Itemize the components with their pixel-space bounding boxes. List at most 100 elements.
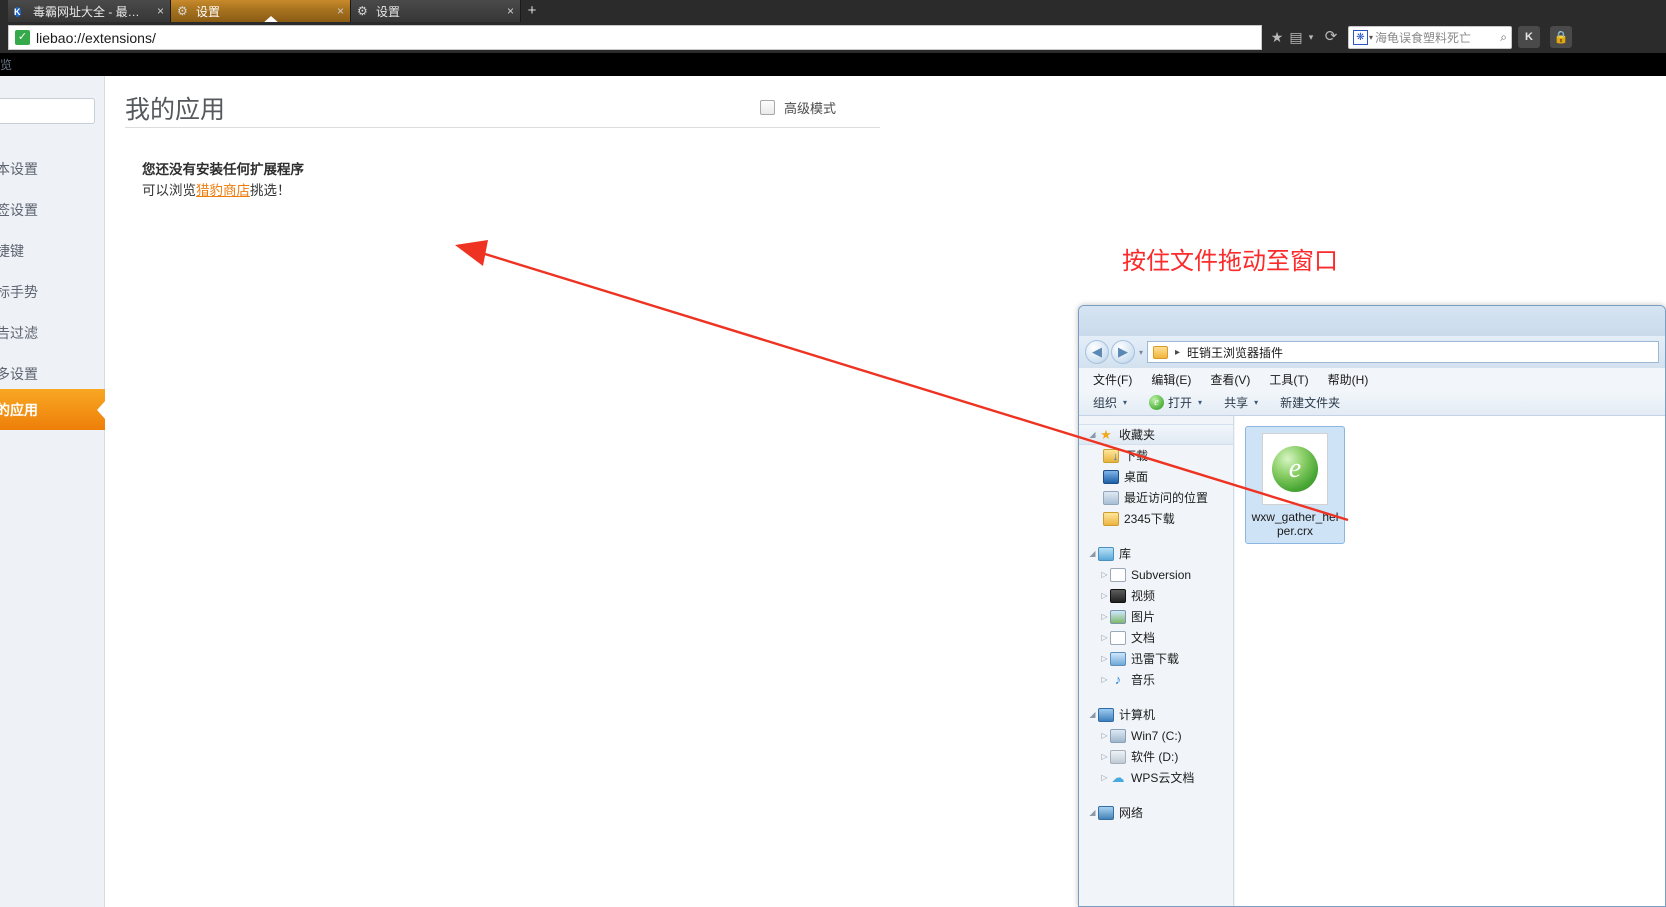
tree-item-pictures[interactable]: ▷ 图片 <box>1079 606 1233 627</box>
tree-item-drive-d[interactable]: ▷ 软件 (D:) <box>1079 746 1233 767</box>
tree-item-music[interactable]: ▷ ♪ 音乐 <box>1079 669 1233 690</box>
menu-edit[interactable]: 编辑(E) <box>1151 371 1191 388</box>
browser-tab-1[interactable]: ⚙ 设置 × <box>171 0 351 22</box>
browser-tab-2[interactable]: ⚙ 设置 × <box>351 0 521 22</box>
tab-close-button[interactable]: × <box>337 4 344 18</box>
expand-twisty-icon[interactable]: ▷ <box>1099 731 1110 740</box>
new-tab-button[interactable]: + <box>521 2 543 20</box>
tree-item-recent-places[interactable]: 最近访问的位置 <box>1079 487 1233 508</box>
tree-item-network[interactable]: ◢ 网络 <box>1079 802 1233 823</box>
sidebar-item-ad-filter[interactable]: 广告过滤 <box>0 312 105 353</box>
tree-item-videos[interactable]: ▷ 视频 <box>1079 585 1233 606</box>
bookmark-star-icon[interactable]: ★ <box>1268 27 1286 47</box>
address-bar[interactable]: ✓ liebao://extensions/ <box>8 25 1262 50</box>
tree-item-wps-cloud[interactable]: ▷ ☁ WPS云文档 <box>1079 767 1233 788</box>
expand-twisty-icon[interactable]: ▷ <box>1099 612 1110 621</box>
cloud-icon: ☁ <box>1111 769 1125 785</box>
search-icon[interactable]: ⌕ <box>1500 30 1507 45</box>
expand-twisty-icon[interactable]: ▷ <box>1099 633 1110 642</box>
advanced-mode-checkbox[interactable] <box>760 100 775 115</box>
qrcode-icon[interactable]: ▤ <box>1288 27 1304 47</box>
video-icon <box>1110 588 1126 603</box>
tree-item-documents[interactable]: ▷ 文档 <box>1079 627 1233 648</box>
tree-item-desktop[interactable]: 桌面 <box>1079 466 1233 487</box>
tree-item-2345-downloads[interactable]: 2345下载 <box>1079 508 1233 529</box>
page-top-strip-text: 览 <box>0 58 13 72</box>
tree-item-label: 迅雷下载 <box>1131 652 1180 666</box>
menu-help[interactable]: 帮助(H) <box>1328 371 1369 388</box>
tree-item-computer[interactable]: ◢ 计算机 <box>1079 704 1233 725</box>
lock-button[interactable]: 🔒 <box>1550 26 1572 48</box>
store-link[interactable]: 猎豹商店 <box>196 183 250 198</box>
chevron-down-icon[interactable]: ▾ <box>1369 33 1373 42</box>
advanced-mode-toggle[interactable]: 高级模式 <box>760 98 836 117</box>
reload-icon[interactable]: ⟳ <box>1322 27 1340 47</box>
tree-item-label: 最近访问的位置 <box>1124 491 1209 505</box>
page-top-strip <box>0 53 1666 76</box>
sidebar-item-tab-settings[interactable]: 标签设置 <box>0 189 105 230</box>
tree-item-downloads[interactable]: 下载 <box>1079 445 1233 466</box>
toolbar-organize-button[interactable]: 组织 ▾ <box>1093 394 1127 411</box>
sidebar-item-mouse-gestures[interactable]: 鼠标手势 <box>0 271 105 312</box>
tab-close-button[interactable]: × <box>507 4 514 18</box>
screen: K 毒霸网址大全 - 最安... × ⚙ 设置 × ⚙ 设置 × + ✓ lie… <box>0 0 1666 907</box>
tree-item-subversion[interactable]: ▷ Subversion <box>1079 564 1233 585</box>
sidebar-item-label: 标签设置 <box>0 201 38 218</box>
tree-item-favorites[interactable]: ◢ ★ 收藏夹 <box>1079 424 1233 445</box>
browser-tab-0[interactable]: K 毒霸网址大全 - 最安... × <box>8 0 171 22</box>
sidebar-item-more-settings[interactable]: 更多设置 <box>0 353 105 394</box>
file-explorer-window[interactable]: ◀ ▶ ▾ ▸ 旺销王浏览器插件 文件(F) 编辑(E) 查看(V) 工具(T)… <box>1078 305 1666 907</box>
expand-twisty-icon[interactable]: ▷ <box>1099 654 1110 663</box>
sidebar-item-label: 更多设置 <box>0 365 38 382</box>
back-icon[interactable]: ◀ <box>1085 340 1109 364</box>
expand-twisty-icon[interactable]: ▷ <box>1099 570 1110 579</box>
kingsoft-button[interactable]: K <box>1518 26 1540 48</box>
tree-item-xunlei-downloads[interactable]: ▷ 迅雷下载 <box>1079 648 1233 669</box>
browser-tab-bar: K 毒霸网址大全 - 最安... × ⚙ 设置 × ⚙ 设置 × + <box>0 0 1666 24</box>
file-item-crx[interactable]: e wxw_gather_helper.crx <box>1245 426 1345 544</box>
menu-view[interactable]: 查看(V) <box>1210 371 1250 388</box>
empty-state-title: 您还没有安装任何扩展程序 <box>142 162 304 177</box>
explorer-breadcrumb[interactable]: ▸ 旺销王浏览器插件 <box>1147 341 1659 363</box>
expand-twisty-icon[interactable]: ▷ <box>1099 752 1110 761</box>
history-dropdown-icon[interactable]: ▾ <box>1139 348 1143 357</box>
expand-twisty-icon[interactable]: ▷ <box>1099 591 1110 600</box>
menu-file[interactable]: 文件(F) <box>1093 371 1132 388</box>
sidebar-item-label: 快捷键 <box>0 242 24 259</box>
tab-title: 毒霸网址大全 - 最安... <box>33 4 149 19</box>
sidebar-item-basic-settings[interactable]: 基本设置 <box>0 148 105 189</box>
tab-close-button[interactable]: × <box>157 4 164 18</box>
tree-item-libraries[interactable]: ◢ 库 <box>1079 543 1233 564</box>
toolbar-share-button[interactable]: 共享 ▾ <box>1224 394 1258 411</box>
address-bar-url: liebao://extensions/ <box>36 29 156 46</box>
expand-twisty-icon[interactable]: ▷ <box>1099 773 1110 782</box>
explorer-title-bar[interactable] <box>1079 306 1665 336</box>
explorer-navigation-pane[interactable]: ◢ ★ 收藏夹 下载 桌面 最近访问的位置 2345下载 <box>1079 416 1234 906</box>
explorer-toolbar: 组织 ▾ e 打开 ▾ 共享 ▾ 新建文件夹 <box>1079 390 1665 416</box>
search-input[interactable]: 海龟误食塑料死亡 <box>1375 29 1498 46</box>
chevron-down-icon[interactable]: ▾ <box>1305 27 1317 47</box>
tree-item-drive-c[interactable]: ▷ Win7 (C:) <box>1079 725 1233 746</box>
expand-twisty-icon[interactable]: ▷ <box>1099 675 1110 684</box>
expand-twisty-icon[interactable]: ◢ <box>1087 710 1098 719</box>
toolbar-open-button[interactable]: e 打开 ▾ <box>1149 394 1202 411</box>
sidebar-search-input[interactable] <box>0 98 95 124</box>
expand-twisty-icon[interactable]: ◢ <box>1087 808 1098 817</box>
empty-state-suffix: 挑选！ <box>250 183 291 198</box>
search-box[interactable]: ❋ ▾ 海龟误食塑料死亡 ⌕ <box>1348 26 1512 49</box>
toolbar-new-folder-button[interactable]: 新建文件夹 <box>1280 394 1340 411</box>
expand-twisty-icon[interactable]: ◢ <box>1087 549 1098 558</box>
tree-item-label: 软件 (D:) <box>1131 750 1179 764</box>
menu-tools[interactable]: 工具(T) <box>1269 371 1308 388</box>
sidebar-item-my-apps[interactable]: 我的应用 <box>0 389 105 430</box>
sidebar-item-shortcuts[interactable]: 快捷键 <box>0 230 105 271</box>
forward-icon[interactable]: ▶ <box>1111 340 1135 364</box>
explorer-file-pane[interactable]: e wxw_gather_helper.crx <box>1235 416 1665 906</box>
expand-twisty-icon[interactable]: ◢ <box>1087 430 1098 439</box>
chevron-down-icon: ▾ <box>1123 398 1128 407</box>
sidebar-item-label: 广告过滤 <box>0 324 38 341</box>
title-divider <box>125 127 880 128</box>
gear-icon: ⚙ <box>177 4 188 18</box>
